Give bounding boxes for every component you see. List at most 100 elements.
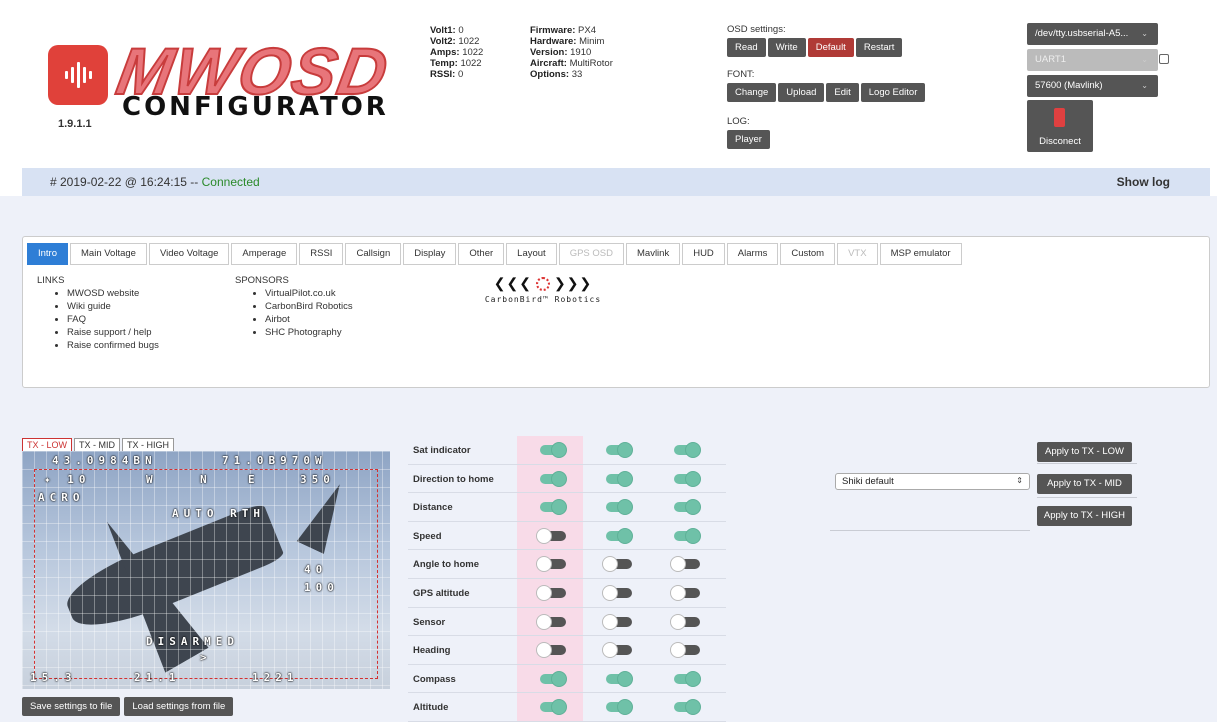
tab-video-voltage[interactable]: Video Voltage [148,243,230,265]
tab-rssi[interactable]: RSSI [299,243,344,265]
logo-icon [48,45,108,105]
toggle-knob [617,670,633,687]
uart-checkbox[interactable] [1159,54,1169,64]
player-button[interactable]: Player [727,130,770,149]
toggle-distance-tx-mid[interactable] [602,499,634,516]
toggle-knob [617,527,633,544]
toggle-angle-to-home-tx-low[interactable] [536,556,568,573]
tab-display[interactable]: Display [403,243,457,265]
toggle-speed-tx-low[interactable] [536,527,568,544]
toggle-gps-altitude-tx-mid[interactable] [602,585,634,601]
toggle-gps-altitude-tx-low[interactable] [536,585,568,601]
font-edit-button[interactable]: Edit [826,83,859,102]
tab-msp-emulator[interactable]: MSP emulator [879,243,962,265]
toggle-sensor-tx-low[interactable] [536,613,568,630]
toggle-angle-to-home-tx-high[interactable] [670,556,702,573]
tab-tx-mid[interactable]: TX - MID [74,438,120,451]
toggle-direction-to-home-tx-low[interactable] [536,470,568,487]
feature-label: Heading [413,645,451,657]
toggle-heading-tx-low[interactable] [536,642,568,659]
disconnect-button[interactable]: Disconect [1027,100,1093,152]
tab-intro[interactable]: Intro [27,243,69,265]
osd-preview[interactable]: 43.0984BN 71.0B970W ✦ 10 W N E 350 ACRO … [22,451,390,689]
port-select[interactable]: /dev/tty.usbserial-A5... ⌄ [1027,23,1158,45]
font-upload-button[interactable]: Upload [778,83,825,102]
toggle-direction-to-home-tx-mid[interactable] [602,470,634,487]
default-button[interactable]: Default [807,38,854,57]
font-change-button[interactable]: Change [727,83,777,102]
toggle-altitude-tx-low[interactable] [536,699,568,716]
baud-select[interactable]: 57600 (Mavlink) ⌄ [1027,75,1158,97]
tab-amperage[interactable]: Amperage [231,243,298,265]
toggle-compass-tx-mid[interactable] [602,670,634,687]
tab-other[interactable]: Other [458,243,505,265]
apply-to-tx-mid-button[interactable]: Apply to TX - MID [1037,474,1132,494]
toggle-angle-to-home-tx-mid[interactable] [602,556,634,573]
link-raise-support-help[interactable]: Raise support / help [67,326,237,339]
toggle-knob [602,585,618,601]
restart-button[interactable]: Restart [855,38,903,57]
tab-alarms[interactable]: Alarms [726,243,779,265]
toggle-heading-tx-high[interactable] [670,642,702,659]
status-timestamp: # 2019-02-22 @ 16:24:15 -- [50,175,199,189]
tab-tx-high[interactable]: TX - HIGH [122,438,174,451]
toggle-speed-tx-high[interactable] [670,527,702,544]
write-button[interactable]: Write [767,38,806,57]
feature-label: GPS altitude [413,588,470,599]
stat-value: 33 [571,69,583,80]
toggle-sat-indicator-tx-low[interactable] [536,442,568,458]
toggle-sensor-tx-high[interactable] [670,613,702,630]
toggle-knob [602,642,618,659]
toggle-direction-to-home-tx-high[interactable] [670,470,702,487]
tab-tx-low[interactable]: TX - LOW [22,438,72,451]
tab-hud[interactable]: HUD [682,243,725,265]
show-log-link[interactable]: Show log [1117,168,1170,196]
apply-to-tx-high-button[interactable]: Apply to TX - HIGH [1037,506,1132,526]
stat-value: 1022 [460,58,482,69]
osd-lon: 71.0B970W [222,454,327,467]
tx-tab-bar: TX - LOW TX - MID TX - HIGH [22,438,176,451]
tab-custom[interactable]: Custom [780,243,836,265]
toggle-altitude-tx-high[interactable] [670,699,702,716]
sponsor-carbonbird-robotics[interactable]: CarbonBird Robotics [265,300,435,313]
chevron-down-icon: ⌄ [1141,81,1148,90]
sponsor-virtualpilot-co-uk[interactable]: VirtualPilot.co.uk [265,287,435,300]
toggle-compass-tx-high[interactable] [670,670,702,687]
layout-preset-select[interactable]: Shiki default ⇕ [835,473,1030,490]
tab-main-voltage[interactable]: Main Voltage [70,243,147,265]
tab-layout[interactable]: Layout [506,243,557,265]
font-logo-editor-button[interactable]: Logo Editor [860,83,926,102]
links-section: LINKS MWOSD websiteWiki guideFAQRaise su… [37,275,237,352]
toggle-sat-indicator-tx-mid[interactable] [602,442,634,458]
toggle-distance-tx-low[interactable] [536,499,568,516]
apply-to-tx-low-button[interactable]: Apply to TX - LOW [1037,442,1132,462]
load-settings-from-file-button[interactable]: Load settings from file [124,697,234,716]
link-wiki-guide[interactable]: Wiki guide [67,300,237,313]
font-label: FONT: [727,69,755,80]
stat-row: Amps: 1022 [430,47,483,58]
link-mwosd-website[interactable]: MWOSD website [67,287,237,300]
toggle-sat-indicator-tx-high[interactable] [670,442,702,458]
osd-heading: 350 [300,473,335,486]
osd-compass-w: W [146,473,158,486]
toggle-distance-tx-high[interactable] [670,499,702,516]
toggle-knob [617,470,633,487]
toggle-compass-tx-low[interactable] [536,670,568,687]
link-faq[interactable]: FAQ [67,313,237,326]
toggle-speed-tx-mid[interactable] [602,527,634,544]
uart-select[interactable]: UART1 ⌄ [1027,49,1158,71]
toggle-altitude-tx-mid[interactable] [602,699,634,716]
save-settings-to-file-button[interactable]: Save settings to file [22,697,121,716]
link-raise-confirmed-bugs[interactable]: Raise confirmed bugs [67,339,237,352]
stat-row: Version: 1910 [530,47,613,58]
sponsor-airbot[interactable]: Airbot [265,313,435,326]
read-button[interactable]: Read [727,38,766,57]
tab-mavlink[interactable]: Mavlink [626,243,681,265]
tab-gps-osd: GPS OSD [558,243,624,265]
toggle-heading-tx-mid[interactable] [602,642,634,659]
toggle-gps-altitude-tx-high[interactable] [670,585,702,601]
osd-flight-mode: AUTO RTH [172,507,265,520]
tab-callsign[interactable]: Callsign [345,243,402,265]
sponsor-shc-photography[interactable]: SHC Photography [265,326,435,339]
toggle-sensor-tx-mid[interactable] [602,613,634,630]
